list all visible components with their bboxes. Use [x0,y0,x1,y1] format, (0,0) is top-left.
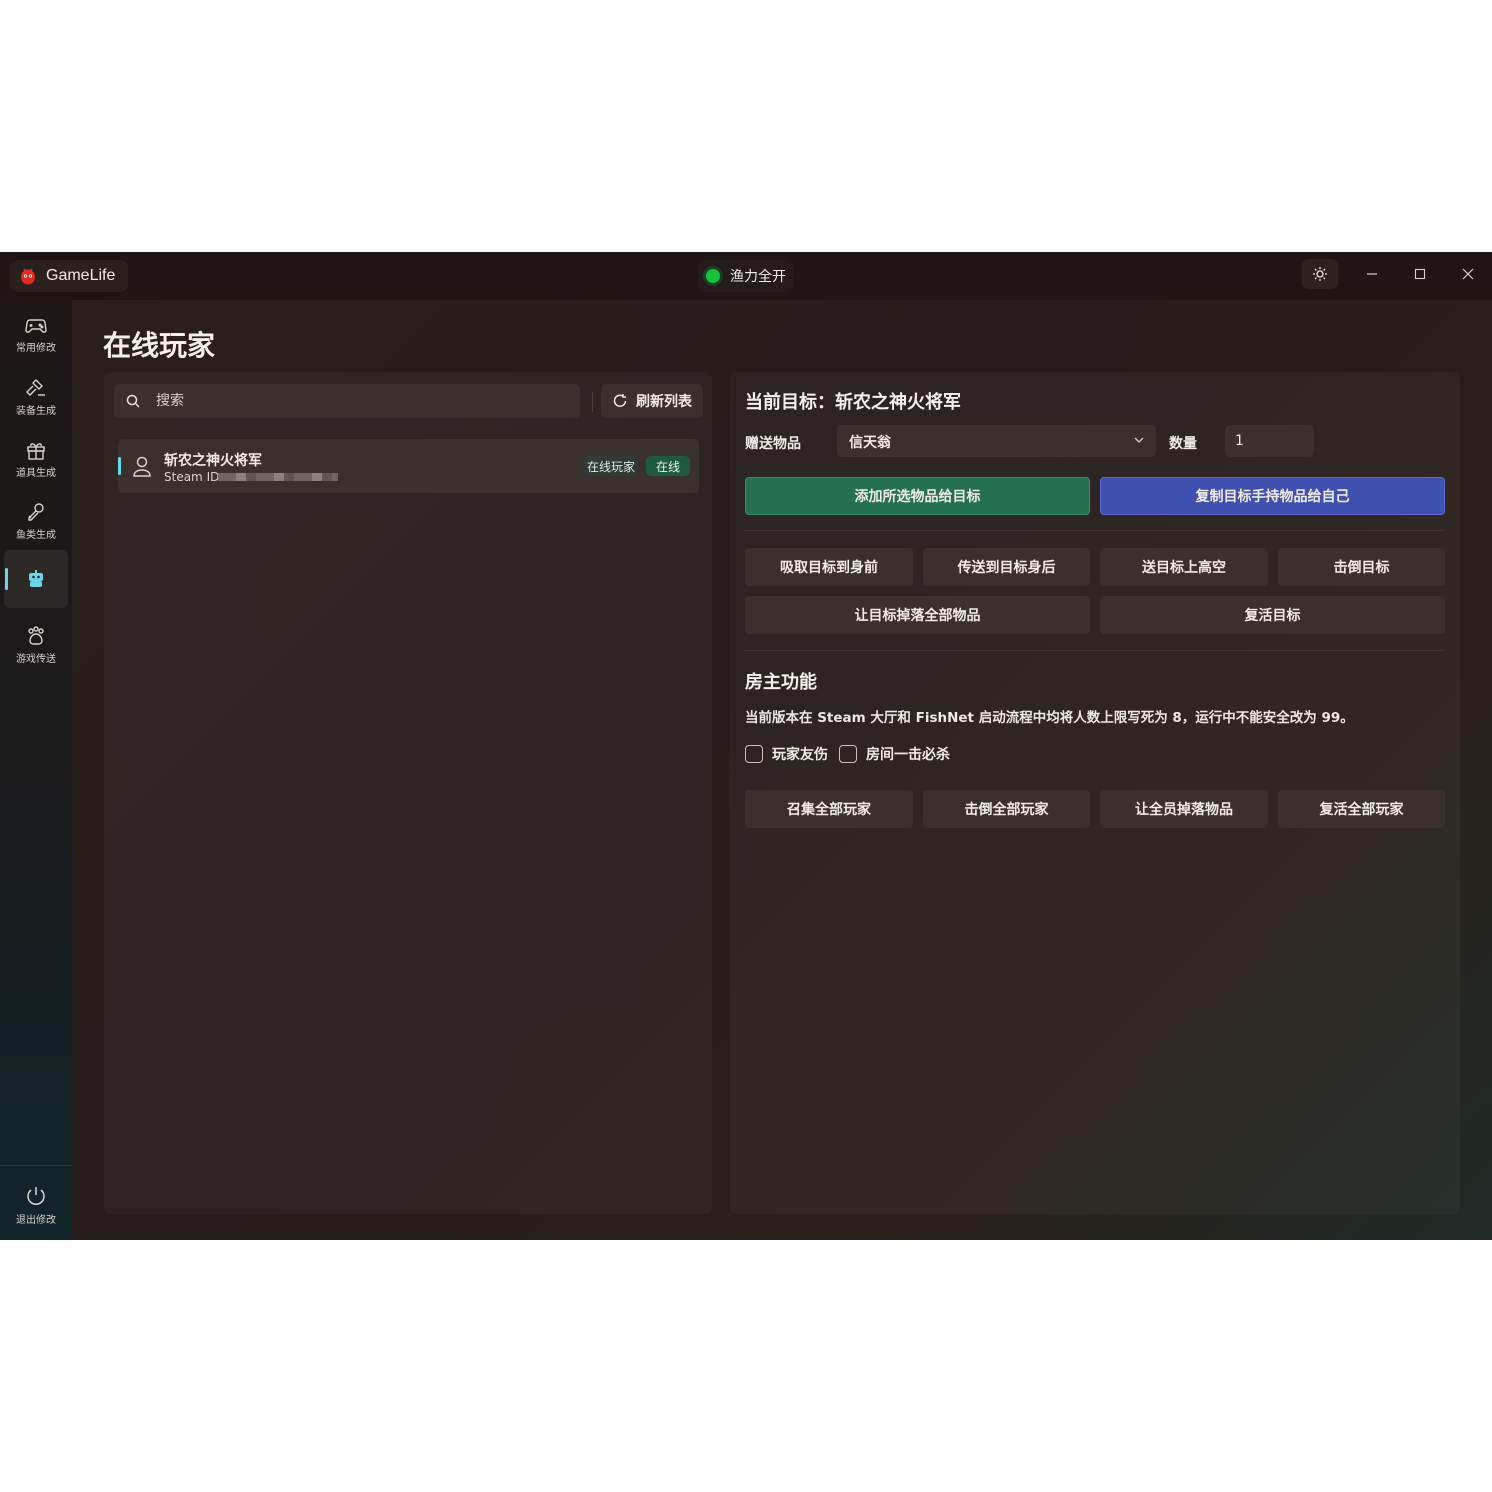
current-target-title: 当前目标：斩农之神火将军 [745,392,961,413]
hammer-icon [26,378,45,396]
checkbox-box[interactable] [839,745,857,763]
sidebar-item-label: 游戏传送 [16,653,56,665]
status-dot [706,269,720,283]
sidebar-item-common[interactable]: 常用修改 [4,306,68,364]
minimize-button[interactable] [1358,262,1386,286]
knock-down-target-button[interactable]: 击倒目标 [1278,548,1445,586]
chevron-down-icon [1134,437,1144,443]
player-status-badge: 在线 [646,456,690,476]
summon-all-button[interactable]: 召集全部玩家 [745,790,913,828]
revive-all-button[interactable]: 复活全部玩家 [1278,790,1445,828]
app-logo-icon [21,268,35,285]
gamepad-icon [25,318,47,333]
title-bar: GameLife 渔力全开 [0,252,1492,300]
all-drop-items-button[interactable]: 让全员掉落物品 [1100,790,1268,828]
revive-target-button[interactable]: 复活目标 [1100,596,1445,634]
exit-label: 退出修改 [16,1214,56,1226]
sun-icon [1313,267,1327,281]
section-divider [745,650,1445,651]
quantity-input[interactable] [1225,425,1314,457]
close-button[interactable] [1454,262,1482,286]
quantity-label: 数量 [1169,436,1197,452]
search-icon [126,394,140,408]
sidebar-item-fish[interactable]: 鱼类生成 [4,492,68,550]
sidebar-item-players[interactable] [4,550,68,608]
sidebar-item-items[interactable]: 道具生成 [4,430,68,488]
search-input[interactable] [154,392,558,410]
sidebar-item-teleport[interactable]: 游戏传送 [4,616,68,674]
maximize-icon [1414,268,1426,280]
exit-button[interactable]: 退出修改 [4,1176,68,1234]
player-type-badge: 在线玩家 [584,456,638,476]
player-list-panel: 刷新列表 斩农之神火将军 Steam ID 在线玩家 在线 [104,372,712,1214]
fish-hook-icon [28,502,44,521]
gift-item-label: 赠送物品 [745,436,801,452]
checkbox-label: 玩家友伤 [772,747,828,763]
steam-id-redacted [218,473,338,481]
player-steam-id-label: Steam ID [164,470,220,484]
search-box[interactable] [114,384,580,418]
checkbox-label: 房间一击必杀 [866,747,950,763]
host-section-title: 房主功能 [745,672,817,693]
status-indicator: 渔力全开 [698,260,794,292]
theme-toggle-button[interactable] [1302,259,1338,289]
refresh-list-button[interactable]: 刷新列表 [601,384,703,418]
sidebar-item-label: 常用修改 [16,342,56,354]
refresh-icon [613,394,627,407]
robot-icon [29,570,43,587]
sidebar-divider [0,1165,72,1166]
app-window: GameLife 渔力全开 常用修改 装备生成 道具生成 鱼类生成 游戏传送 退… [0,252,1492,1240]
app-brand: GameLife [10,260,128,292]
sidebar-item-label: 道具生成 [16,467,56,479]
status-text: 渔力全开 [730,269,786,285]
checkbox-box[interactable] [745,745,763,763]
launch-target-button[interactable]: 送目标上高空 [1100,548,1268,586]
refresh-label: 刷新列表 [636,394,692,410]
sidebar: 常用修改 装备生成 道具生成 鱼类生成 游戏传送 退出修改 [0,300,72,1240]
power-icon [27,1186,45,1205]
user-icon [133,456,151,477]
target-panel: 当前目标：斩农之神火将军 赠送物品 信天翁 数量 添加所选物品给目标 复制目标手… [730,372,1460,1214]
close-icon [1462,268,1474,280]
page-title: 在线玩家 [103,329,216,362]
minimize-icon [1367,273,1377,275]
host-description: 当前版本在 Steam 大厅和 FishNet 启动流程中均将人数上限写死为 8… [745,710,1354,726]
sidebar-item-label: 鱼类生成 [16,529,56,541]
pull-target-button[interactable]: 吸取目标到身前 [745,548,913,586]
toolbar-divider [592,392,593,412]
friendly-fire-checkbox[interactable]: 玩家友伤 [745,744,828,764]
player-name: 斩农之神火将军 [164,453,262,469]
gift-icon [27,442,45,460]
player-row[interactable]: 斩农之神火将军 Steam ID 在线玩家 在线 [118,439,699,493]
maximize-button[interactable] [1406,262,1434,286]
paw-icon [28,625,44,645]
sidebar-item-label: 装备生成 [16,405,56,417]
drop-all-items-button[interactable]: 让目标掉落全部物品 [745,596,1090,634]
knock-down-all-button[interactable]: 击倒全部玩家 [923,790,1090,828]
section-divider [745,530,1445,531]
app-name: GameLife [46,267,116,284]
gift-item-select[interactable]: 信天翁 [837,425,1156,457]
add-item-to-target-button[interactable]: 添加所选物品给目标 [745,477,1090,515]
teleport-behind-target-button[interactable]: 传送到目标身后 [923,548,1090,586]
copy-held-item-button[interactable]: 复制目标手持物品给自己 [1100,477,1445,515]
gift-item-value: 信天翁 [849,435,891,451]
one-hit-kill-checkbox[interactable]: 房间一击必杀 [839,744,950,764]
sidebar-item-equipment[interactable]: 装备生成 [4,368,68,426]
